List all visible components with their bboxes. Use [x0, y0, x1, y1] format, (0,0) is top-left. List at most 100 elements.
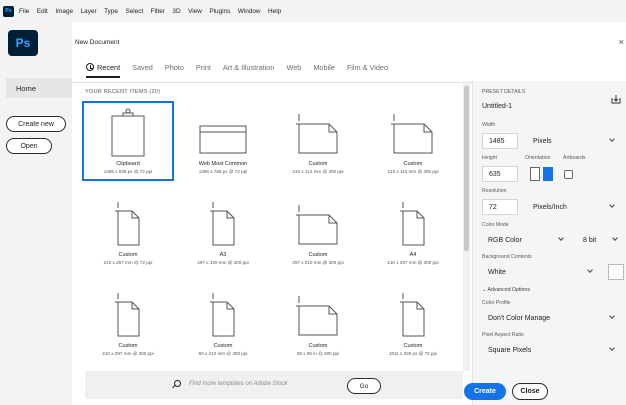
resolution-input[interactable]: 72 [482, 199, 518, 215]
color-profile-select[interactable]: Don't Color Manage [482, 310, 623, 326]
landscape-document-icon [391, 114, 433, 154]
tab-recent[interactable]: Recent [86, 58, 121, 78]
recent-item-card[interactable]: Custom 297 x 210 mm @ 300 ppi [273, 193, 363, 271]
tab-film-video[interactable]: Film & Video [347, 58, 388, 76]
width-label: Width [482, 122, 496, 128]
recent-item-size: 210 x 297 mm @ 300 ppi [102, 351, 154, 356]
menu-edit[interactable]: Edit [37, 8, 48, 15]
artboards-label: Artboards [563, 155, 586, 161]
landscape-orientation-button[interactable] [543, 167, 553, 181]
recent-item-card[interactable]: Custom 210 x 297 mm @ 72 ppi [83, 193, 173, 271]
close-button[interactable]: Close [512, 383, 548, 400]
recent-item-size: 60 x 210 mm @ 300 ppi [198, 351, 248, 356]
clock-icon [86, 63, 94, 71]
stock-search-input[interactable]: Find more templates on Adobe Stock [189, 381, 288, 387]
recent-item-name: Custom [213, 343, 233, 349]
recent-item-card[interactable]: Web Most Common 1366 x 768 px @ 72 ppi [178, 102, 268, 180]
create-new-button[interactable]: Create new [6, 116, 66, 132]
dialog-title: New Document [75, 39, 120, 46]
portrait-document-icon [210, 293, 235, 337]
grid-scrollbar-thumb[interactable] [464, 86, 469, 251]
recent-item-name: Custom [118, 252, 138, 258]
menu-select[interactable]: Select [125, 8, 143, 15]
preset-details-heading: PRESET DETAILS [482, 89, 526, 95]
portrait-document-icon [115, 202, 140, 246]
menu-layer[interactable]: Layer [81, 8, 97, 15]
photoshop-logo: Ps [8, 30, 38, 56]
clipboard-icon [111, 108, 145, 157]
recent-item-name: A3 [219, 252, 227, 258]
height-label: Height [482, 155, 497, 161]
recent-item-card[interactable]: Custom 210 x 297 mm @ 300 ppi [83, 284, 173, 362]
background-color-swatch[interactable] [608, 264, 624, 280]
tab-art-illustration[interactable]: Art & Illustration [223, 58, 275, 76]
recent-item-name: A4 [409, 252, 417, 258]
recent-item-size: 210 x 112 mm @ 300 ppi [292, 169, 344, 174]
portrait-document-icon [400, 293, 425, 337]
menu-3d[interactable]: 3D [172, 8, 180, 15]
open-button[interactable]: Open [6, 138, 52, 154]
pixel-aspect-ratio-label: Pixel Aspect Ratio [482, 332, 524, 338]
recent-item-card[interactable]: Custom 210 x 112 mm @ 300 ppi [273, 102, 363, 180]
bit-depth-select[interactable]: 8 bit [577, 232, 623, 248]
recent-item-name: Custom [308, 343, 328, 349]
artboards-checkbox[interactable] [564, 170, 573, 179]
landscape-document-icon [296, 205, 338, 245]
preset-details-panel: PRESET DETAILS Untitled-1 Width 1485 Pix… [472, 81, 626, 405]
grid-scrollbar[interactable] [463, 81, 470, 371]
recent-item-card[interactable]: Custom 95 x 55 in @ 300 ppi [273, 284, 363, 362]
color-mode-select[interactable]: RGB Color [482, 232, 570, 248]
tab-mobile[interactable]: Mobile [313, 58, 335, 76]
advanced-options-toggle[interactable]: ⌄ Advanced Options [482, 287, 530, 293]
chevron-down-icon [609, 313, 615, 319]
menu-view[interactable]: View [188, 8, 202, 15]
document-name-field[interactable]: Untitled-1 [482, 103, 512, 110]
recent-item-card[interactable]: Clipboard 1485 x 635 px @ 72 ppi [82, 101, 174, 181]
tab-recent-label: Recent [97, 62, 121, 72]
preset-tabs: Recent Saved Photo Print Art & Illustrat… [86, 58, 400, 78]
menu-filter[interactable]: Filter [151, 8, 165, 15]
recent-item-card[interactable]: Custom 1811 x 339 px @ 72 ppi [368, 284, 458, 362]
tab-saved[interactable]: Saved [132, 58, 153, 76]
background-contents-value: White [488, 268, 506, 276]
recent-item-size: 1811 x 339 px @ 72 ppi [388, 351, 438, 356]
recent-item-name: Custom [403, 161, 423, 167]
menu-file[interactable]: File [19, 8, 29, 15]
save-preset-icon[interactable] [611, 94, 621, 104]
menu-type[interactable]: Type [104, 8, 118, 15]
recent-item-card[interactable]: A4 210 x 297 mm @ 300 ppi [368, 193, 458, 271]
recent-item-card[interactable]: Custom 60 x 210 mm @ 300 ppi [178, 284, 268, 362]
resolution-unit-select[interactable]: Pixels/Inch [527, 199, 623, 215]
background-contents-select[interactable]: White [482, 264, 600, 280]
pixel-aspect-ratio-select[interactable]: Square Pixels [482, 342, 623, 358]
menu-plugins[interactable]: Plugins [209, 8, 230, 15]
recent-item-size: 210 x 110 mm @ 300 ppi [387, 169, 439, 174]
width-input[interactable]: 1485 [482, 133, 518, 149]
recent-item-size: 1366 x 768 px @ 72 ppi [198, 169, 248, 174]
width-unit-select[interactable]: Pixels [527, 133, 623, 149]
chevron-down-icon [609, 202, 615, 208]
portrait-orientation-button[interactable] [530, 167, 540, 181]
go-button[interactable]: Go [347, 378, 381, 394]
new-document-dialog: New Document × Recent Saved Photo Print … [72, 36, 626, 405]
recent-item-card[interactable]: Custom 210 x 110 mm @ 300 ppi [368, 102, 458, 180]
search-icon [174, 380, 181, 387]
tab-web[interactable]: Web [286, 58, 301, 76]
recent-item-card[interactable]: A3 297 x 420 mm @ 300 ppi [178, 193, 268, 271]
create-button[interactable]: Create [464, 383, 506, 400]
tab-print[interactable]: Print [196, 58, 211, 76]
chevron-down-icon [609, 345, 615, 351]
stock-search-bar: Find more templates on Adobe Stock Go [85, 371, 463, 399]
recent-item-size: 95 x 55 in @ 300 ppi [296, 351, 340, 356]
menu-bar: Ps File Edit Image Layer Type Select Fil… [0, 0, 626, 22]
height-input[interactable]: 635 [482, 166, 518, 182]
sidebar-item-home[interactable]: Home [6, 78, 72, 98]
menu-image[interactable]: Image [55, 8, 73, 15]
home-sidebar: Ps Home Create new Open [0, 22, 72, 405]
menu-help[interactable]: Help [268, 8, 281, 15]
orientation-label: Orientation [525, 155, 551, 161]
recent-items-grid: Clipboard 1485 x 635 px @ 72 ppi Web Most … [82, 101, 463, 377]
menu-window[interactable]: Window [238, 8, 261, 15]
tab-photo[interactable]: Photo [165, 58, 184, 76]
close-icon[interactable]: × [619, 37, 624, 47]
